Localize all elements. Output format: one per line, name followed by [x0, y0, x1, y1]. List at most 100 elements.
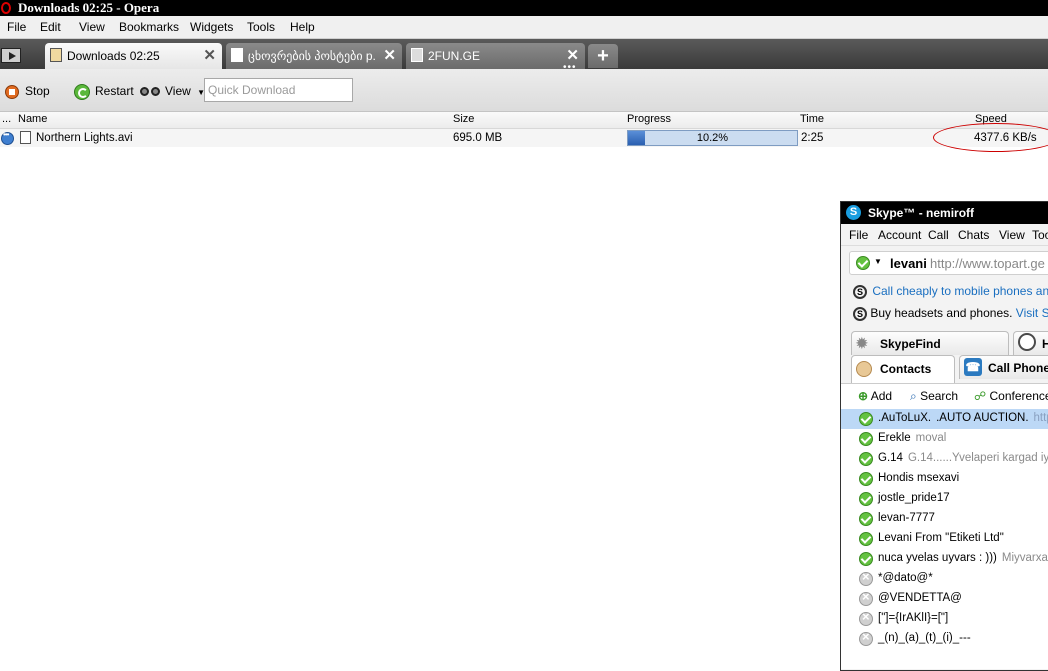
online-status-icon [859, 432, 873, 446]
promo-headsets: S Buy headsets and phones. Visit Store [853, 306, 1048, 321]
contact-item[interactable]: Hondis msexavi [841, 469, 1048, 489]
quick-download-input[interactable] [204, 78, 353, 102]
tab-skypefind[interactable]: ✹ SkypeFind [851, 331, 1009, 355]
skype-menu-chats[interactable]: Chats [958, 228, 989, 242]
speed-highlight-annotation [933, 123, 1048, 152]
column-progress[interactable]: Progress [627, 113, 671, 125]
tab-downloads[interactable]: Downloads 02:25 ✕ [45, 43, 222, 69]
contact-name: @VENDETTA@ [878, 592, 962, 604]
contact-item[interactable]: @VENDETTA@ [841, 589, 1048, 609]
contact-name: jostle_pride17 [878, 492, 950, 504]
time-remaining: 2:25 [801, 132, 823, 144]
skype-menu-bar: File Account Call Chats View Too [841, 224, 1048, 246]
contact-text: Ereklemoval [878, 432, 946, 444]
clock-icon [1018, 333, 1036, 351]
online-status-icon [859, 532, 873, 546]
skype-menu-tools[interactable]: Too [1032, 228, 1048, 242]
skype-logo-icon: S [846, 205, 861, 220]
stop-label: Stop [25, 84, 50, 98]
chevron-down-icon[interactable]: ▼ [874, 257, 882, 266]
stop-button[interactable]: Stop [5, 82, 50, 100]
contact-item[interactable]: .AuToLuX..AUTO AUCTION.http [841, 409, 1048, 429]
binoculars-icon [140, 85, 162, 98]
skype-menu-account[interactable]: Account [878, 228, 921, 242]
contact-mood: Miyvarxar [1002, 552, 1048, 564]
panel-toggle-button[interactable] [1, 48, 21, 63]
search-button[interactable]: ⌕ Search [910, 389, 958, 404]
contact-item[interactable]: *@dato@* [841, 569, 1048, 589]
offline-status-icon [859, 612, 873, 626]
column-size[interactable]: Size [453, 113, 474, 125]
stop-icon [5, 85, 19, 99]
column-time[interactable]: Time [800, 113, 824, 125]
tab-site[interactable]: ცხოვრების პოსტები p... ✕ [226, 43, 402, 69]
tab-call-phones[interactable]: ☎ Call Phones [959, 355, 1048, 379]
online-status-icon [859, 552, 873, 566]
contact-item[interactable]: Ereklemoval [841, 429, 1048, 449]
menu-widgets[interactable]: Widgets [190, 20, 233, 34]
view-label: View [165, 84, 191, 98]
tab-call-phones-label: Call Phones [988, 361, 1048, 375]
skype-shop-icon: S [853, 307, 867, 321]
download-page-icon [50, 48, 62, 62]
column-name[interactable]: Name [18, 113, 47, 125]
view-button[interactable]: View ▼ [140, 82, 205, 100]
contact-name: _(n)_(a)_(t)_(i)_--- [878, 632, 971, 644]
online-status-icon [859, 412, 873, 426]
promo-call-cheaply[interactable]: S Call cheaply to mobile phones and la [853, 284, 1048, 299]
tab-contacts[interactable]: Contacts [851, 355, 955, 383]
download-row[interactable]: Northern Lights.avi 695.0 MB 10.2% 2:25 … [0, 129, 1048, 147]
add-label: Add [871, 389, 892, 403]
phone-icon: ☎ [964, 358, 982, 376]
contact-item[interactable]: nuca yvelas uyvars : )))Miyvarxar [841, 549, 1048, 569]
contact-item[interactable]: levan-7777 [841, 509, 1048, 529]
skype-status-bar[interactable]: ▼ levani http://www.topart.ge [849, 251, 1048, 275]
contact-item[interactable]: jostle_pride17 [841, 489, 1048, 509]
contact-name: ["]={IrAKlI}=["] [878, 612, 948, 624]
promo-call-link[interactable]: Call cheaply to mobile phones and la [872, 284, 1048, 298]
contact-name: .AuToLuX. [878, 412, 931, 424]
close-icon[interactable]: ✕ [203, 46, 216, 64]
contacts-action-bar: ⊕ Add ⌕ Search ☍ Conference [841, 383, 1048, 410]
conference-button[interactable]: ☍ Conference [974, 389, 1048, 403]
contact-text: .AuToLuX..AUTO AUCTION.http [878, 412, 1048, 424]
contact-name: Levani From "Etiketi Ltd" [878, 532, 1004, 544]
skype-credit-icon: S [853, 285, 867, 299]
file-icon [20, 131, 31, 144]
menu-file[interactable]: File [7, 20, 26, 34]
menu-bookmarks[interactable]: Bookmarks [119, 20, 179, 34]
contact-name: G.14 [878, 452, 903, 464]
column-menu[interactable]: ... [2, 113, 11, 125]
tab-skypefind-label: SkypeFind [880, 337, 941, 351]
contact-item[interactable]: ["]={IrAKlI}=["] [841, 609, 1048, 629]
search-label: Search [920, 389, 958, 403]
online-status-icon [859, 472, 873, 486]
online-status-icon[interactable] [856, 256, 870, 270]
contact-item[interactable]: _(n)_(a)_(t)_(i)_--- [841, 629, 1048, 649]
skype-menu-file[interactable]: File [849, 228, 868, 242]
tab-2fun[interactable]: 2FUN.GE ✕ [406, 43, 585, 69]
contact-item[interactable]: G.14G.14......Yvelaperi kargad iyne [841, 449, 1048, 469]
contact-name: Erekle [878, 432, 911, 444]
close-icon[interactable]: ✕ [383, 46, 396, 64]
file-name: Northern Lights.avi [36, 132, 133, 144]
contact-name: Hondis msexavi [878, 472, 959, 484]
downloads-list-header: ... Name Size Progress Time Speed [0, 112, 1048, 129]
new-tab-button[interactable]: + [588, 44, 618, 68]
download-progress-bar: 10.2% [627, 130, 798, 146]
skype-menu-view[interactable]: View [999, 228, 1025, 242]
menu-tools[interactable]: Tools [247, 20, 275, 34]
mood-message[interactable]: http://www.topart.ge [930, 256, 1045, 271]
skype-menu-call[interactable]: Call [928, 228, 949, 242]
visit-store-link[interactable]: Visit Store [1016, 306, 1048, 320]
menu-help[interactable]: Help [290, 20, 315, 34]
add-contact-button[interactable]: ⊕ Add [858, 389, 892, 403]
tab-history[interactable]: H [1013, 331, 1048, 355]
restart-button[interactable]: Restart [74, 82, 134, 100]
contact-item[interactable]: Levani From "Etiketi Ltd" [841, 529, 1048, 549]
menu-edit[interactable]: Edit [40, 20, 61, 34]
contact-text: nuca yvelas uyvars : )))Miyvarxar [878, 552, 1048, 564]
menu-view[interactable]: View [79, 20, 105, 34]
skype-window: S Skype™ - nemiroff File Account Call Ch… [840, 201, 1048, 671]
tab-label: 2FUN.GE [428, 49, 558, 63]
